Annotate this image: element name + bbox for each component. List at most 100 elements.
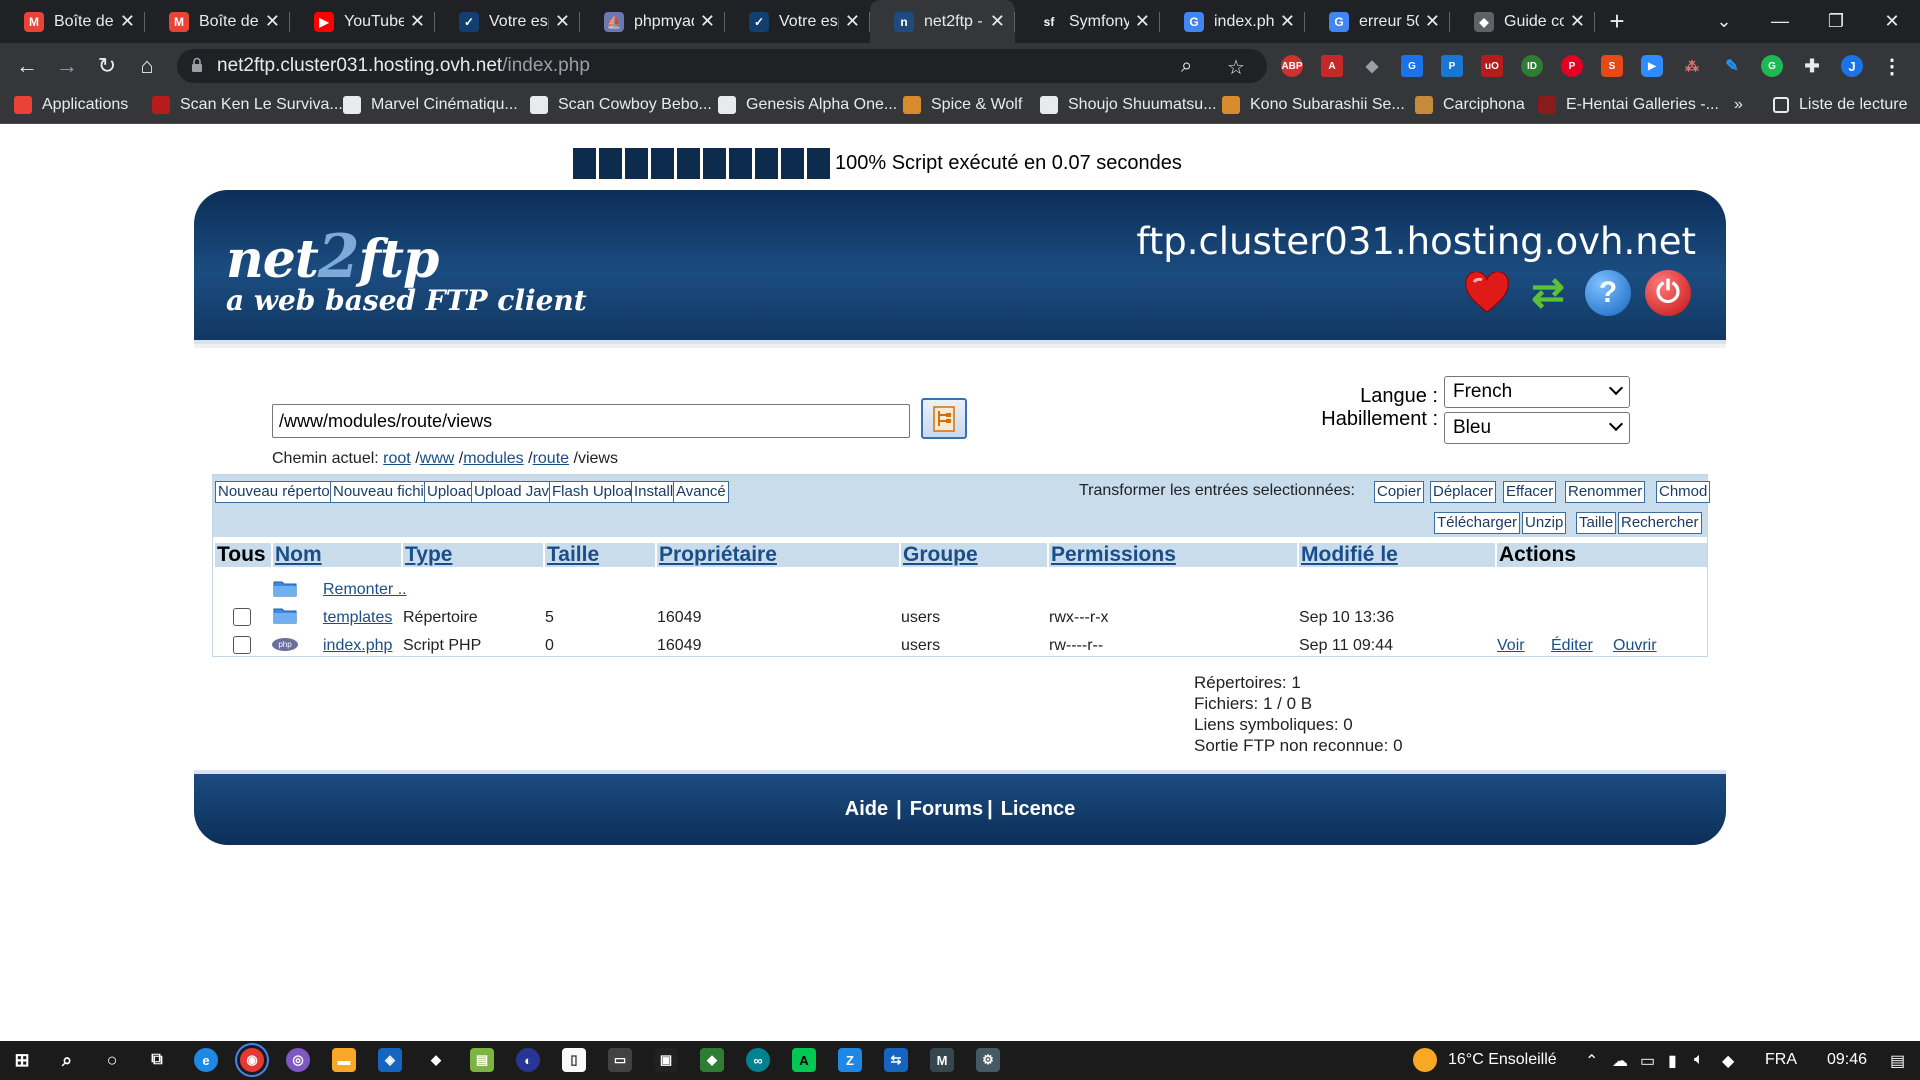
minimize-button[interactable]: — [1752, 0, 1808, 43]
windows-start-icon[interactable]: ⊞ [10, 1048, 34, 1072]
transform-button[interactable]: Rechercher [1618, 512, 1702, 534]
network-icon[interactable]: ▭ [1640, 1051, 1655, 1071]
app-settings-icon[interactable]: ⚙ [976, 1048, 1000, 1072]
browser-tab[interactable]: Gerreur 50 ✕ [1305, 0, 1450, 43]
edge-icon[interactable]: e [194, 1048, 218, 1072]
browser-tab[interactable]: ⛵ phpmyad ✕ [580, 0, 725, 43]
tab-close-icon[interactable]: ✕ [555, 11, 570, 32]
extension-dots-icon[interactable]: ⁂ [1681, 55, 1703, 77]
translate-icon[interactable]: G [1401, 55, 1423, 77]
bookmark-item[interactable]: Kono Subarashii Se... [1222, 96, 1405, 114]
browser-tab[interactable]: M Boîte de r ✕ [145, 0, 290, 43]
col-proprietaire[interactable]: Propriétaire [657, 543, 899, 567]
tab-close-icon[interactable]: ✕ [990, 11, 1005, 32]
pdf-icon[interactable]: A [1321, 55, 1343, 77]
bookmark-item[interactable]: Marvel Cinématiqu... [343, 96, 518, 114]
mail-icon[interactable]: M [930, 1048, 954, 1072]
file-name-link[interactable]: index.php [323, 637, 392, 655]
home-button[interactable]: ⌂ [132, 51, 162, 81]
bookmark-item[interactable]: Scan Ken Le Surviva... [152, 96, 343, 114]
directory-path-input[interactable] [272, 404, 910, 438]
bookmark-star-icon[interactable]: ☆ [1227, 55, 1245, 80]
transform-button[interactable]: Renommer [1565, 481, 1646, 503]
action-button[interactable]: Avancé [673, 481, 729, 503]
bookmark-heart-icon[interactable] [1464, 270, 1510, 316]
zoom-icon[interactable]: ⌕ [1181, 55, 1192, 78]
battery-icon[interactable]: ▮ [1668, 1051, 1677, 1071]
browser-tab[interactable]: M Boîte de r ✕ [0, 0, 145, 43]
breadcrumb-link[interactable]: route [533, 450, 569, 467]
transform-button[interactable]: Chmod [1656, 481, 1711, 503]
browser-tab[interactable]: ✓ Votre esp ✕ [725, 0, 870, 43]
transform-button[interactable]: Unzip [1522, 512, 1567, 534]
cortana-icon[interactable]: ○ [100, 1048, 124, 1072]
bookmark-item[interactable]: Genesis Alpha One... [718, 96, 897, 114]
tab-close-icon[interactable]: ✕ [1135, 11, 1150, 32]
forward-button[interactable]: → [52, 51, 82, 81]
tab-close-icon[interactable]: ✕ [1570, 11, 1585, 32]
bookmark-item[interactable]: Shoujo Shuumatsu... [1040, 96, 1217, 114]
zoom-meeting-icon[interactable]: ▶ [1641, 55, 1663, 77]
extension-green-icon[interactable]: ID [1521, 55, 1543, 77]
breadcrumb-link[interactable]: www [420, 450, 455, 467]
tab-close-icon[interactable]: ✕ [265, 11, 280, 32]
help-icon[interactable]: ? [1585, 270, 1631, 316]
onedrive-icon[interactable]: ☁ [1612, 1051, 1628, 1071]
address-bar[interactable]: net2ftp.cluster031.hosting.ovh.net/index… [177, 49, 1267, 83]
language-indicator[interactable]: FRA [1765, 1051, 1797, 1069]
app-z-icon[interactable]: Z [838, 1048, 862, 1072]
ublock-icon[interactable]: uO [1481, 55, 1503, 77]
app-blue-circle-icon[interactable]: ◐ [516, 1048, 540, 1072]
back-button[interactable]: ← [12, 51, 42, 81]
footer-help-link[interactable]: Aide [845, 798, 888, 821]
breadcrumb-link[interactable]: root [383, 450, 411, 467]
extension-p-icon[interactable]: P [1441, 55, 1463, 77]
tab-close-icon[interactable]: ✕ [700, 11, 715, 32]
weather-sun-icon[interactable] [1413, 1048, 1437, 1072]
tab-close-icon[interactable]: ✕ [1425, 11, 1440, 32]
col-nom[interactable]: Nom [273, 543, 401, 567]
transform-button[interactable]: Déplacer [1430, 481, 1497, 503]
tray-chevron-icon[interactable]: ⌃ [1585, 1051, 1598, 1071]
pen-icon[interactable]: ✎ [1721, 55, 1743, 77]
profile-avatar[interactable]: J [1841, 55, 1863, 77]
browse-directory-button[interactable] [921, 398, 967, 439]
edit-file-link[interactable]: Éditer [1551, 637, 1593, 655]
file-explorer-icon[interactable]: ▬ [332, 1048, 356, 1072]
app-green-icon[interactable]: ▤ [470, 1048, 494, 1072]
col-tous[interactable]: Tous [215, 543, 271, 567]
parent-directory-link[interactable]: Remonter .. [323, 581, 407, 599]
bookmarks-overflow-button[interactable]: » [1734, 96, 1743, 114]
app-a-icon[interactable]: A [792, 1048, 816, 1072]
transform-button[interactable]: Copier [1374, 481, 1425, 503]
task-view-icon[interactable]: ⧉ [145, 1048, 169, 1072]
folder-up-icon[interactable] [273, 579, 297, 597]
bookmark-item[interactable]: Carciphona [1415, 96, 1525, 114]
tab-close-icon[interactable]: ✕ [410, 11, 425, 32]
clock[interactable]: 09:46 [1827, 1051, 1867, 1069]
terminal-icon[interactable]: ▣ [654, 1048, 678, 1072]
search-icon[interactable]: ⌕ [55, 1048, 79, 1072]
volume-icon[interactable]: 🔈︎ [1694, 1051, 1704, 1069]
extension-s-icon[interactable]: S [1601, 55, 1623, 77]
action-button[interactable]: Upload Java [471, 481, 561, 503]
window-close-button[interactable]: ✕ [1864, 0, 1920, 43]
tab-search-icon[interactable]: ⌄ [1696, 0, 1752, 43]
langue-select[interactable]: French [1444, 376, 1630, 408]
tab-close-icon[interactable]: ✕ [1280, 11, 1295, 32]
col-type[interactable]: Type [403, 543, 543, 567]
new-tab-button[interactable]: + [1595, 0, 1639, 43]
open-file-link[interactable]: Ouvrir [1613, 637, 1657, 655]
weather-text[interactable]: 16°C Ensoleillé [1448, 1051, 1557, 1069]
browser-tab[interactable]: n net2ftp - ✕ [870, 0, 1015, 43]
security-icon[interactable]: ◈ [378, 1048, 402, 1072]
col-permissions[interactable]: Permissions [1049, 543, 1297, 567]
row-checkbox[interactable] [233, 608, 251, 626]
folder-icon[interactable] [273, 606, 297, 624]
row-checkbox[interactable] [233, 636, 251, 654]
php-file-icon[interactable]: php [272, 638, 298, 651]
action-button[interactable]: Flash Upload [549, 481, 644, 503]
col-taille[interactable]: Taille [545, 543, 655, 567]
tab-close-icon[interactable]: ✕ [120, 11, 135, 32]
browser-tab[interactable]: ✓ Votre esp ✕ [435, 0, 580, 43]
